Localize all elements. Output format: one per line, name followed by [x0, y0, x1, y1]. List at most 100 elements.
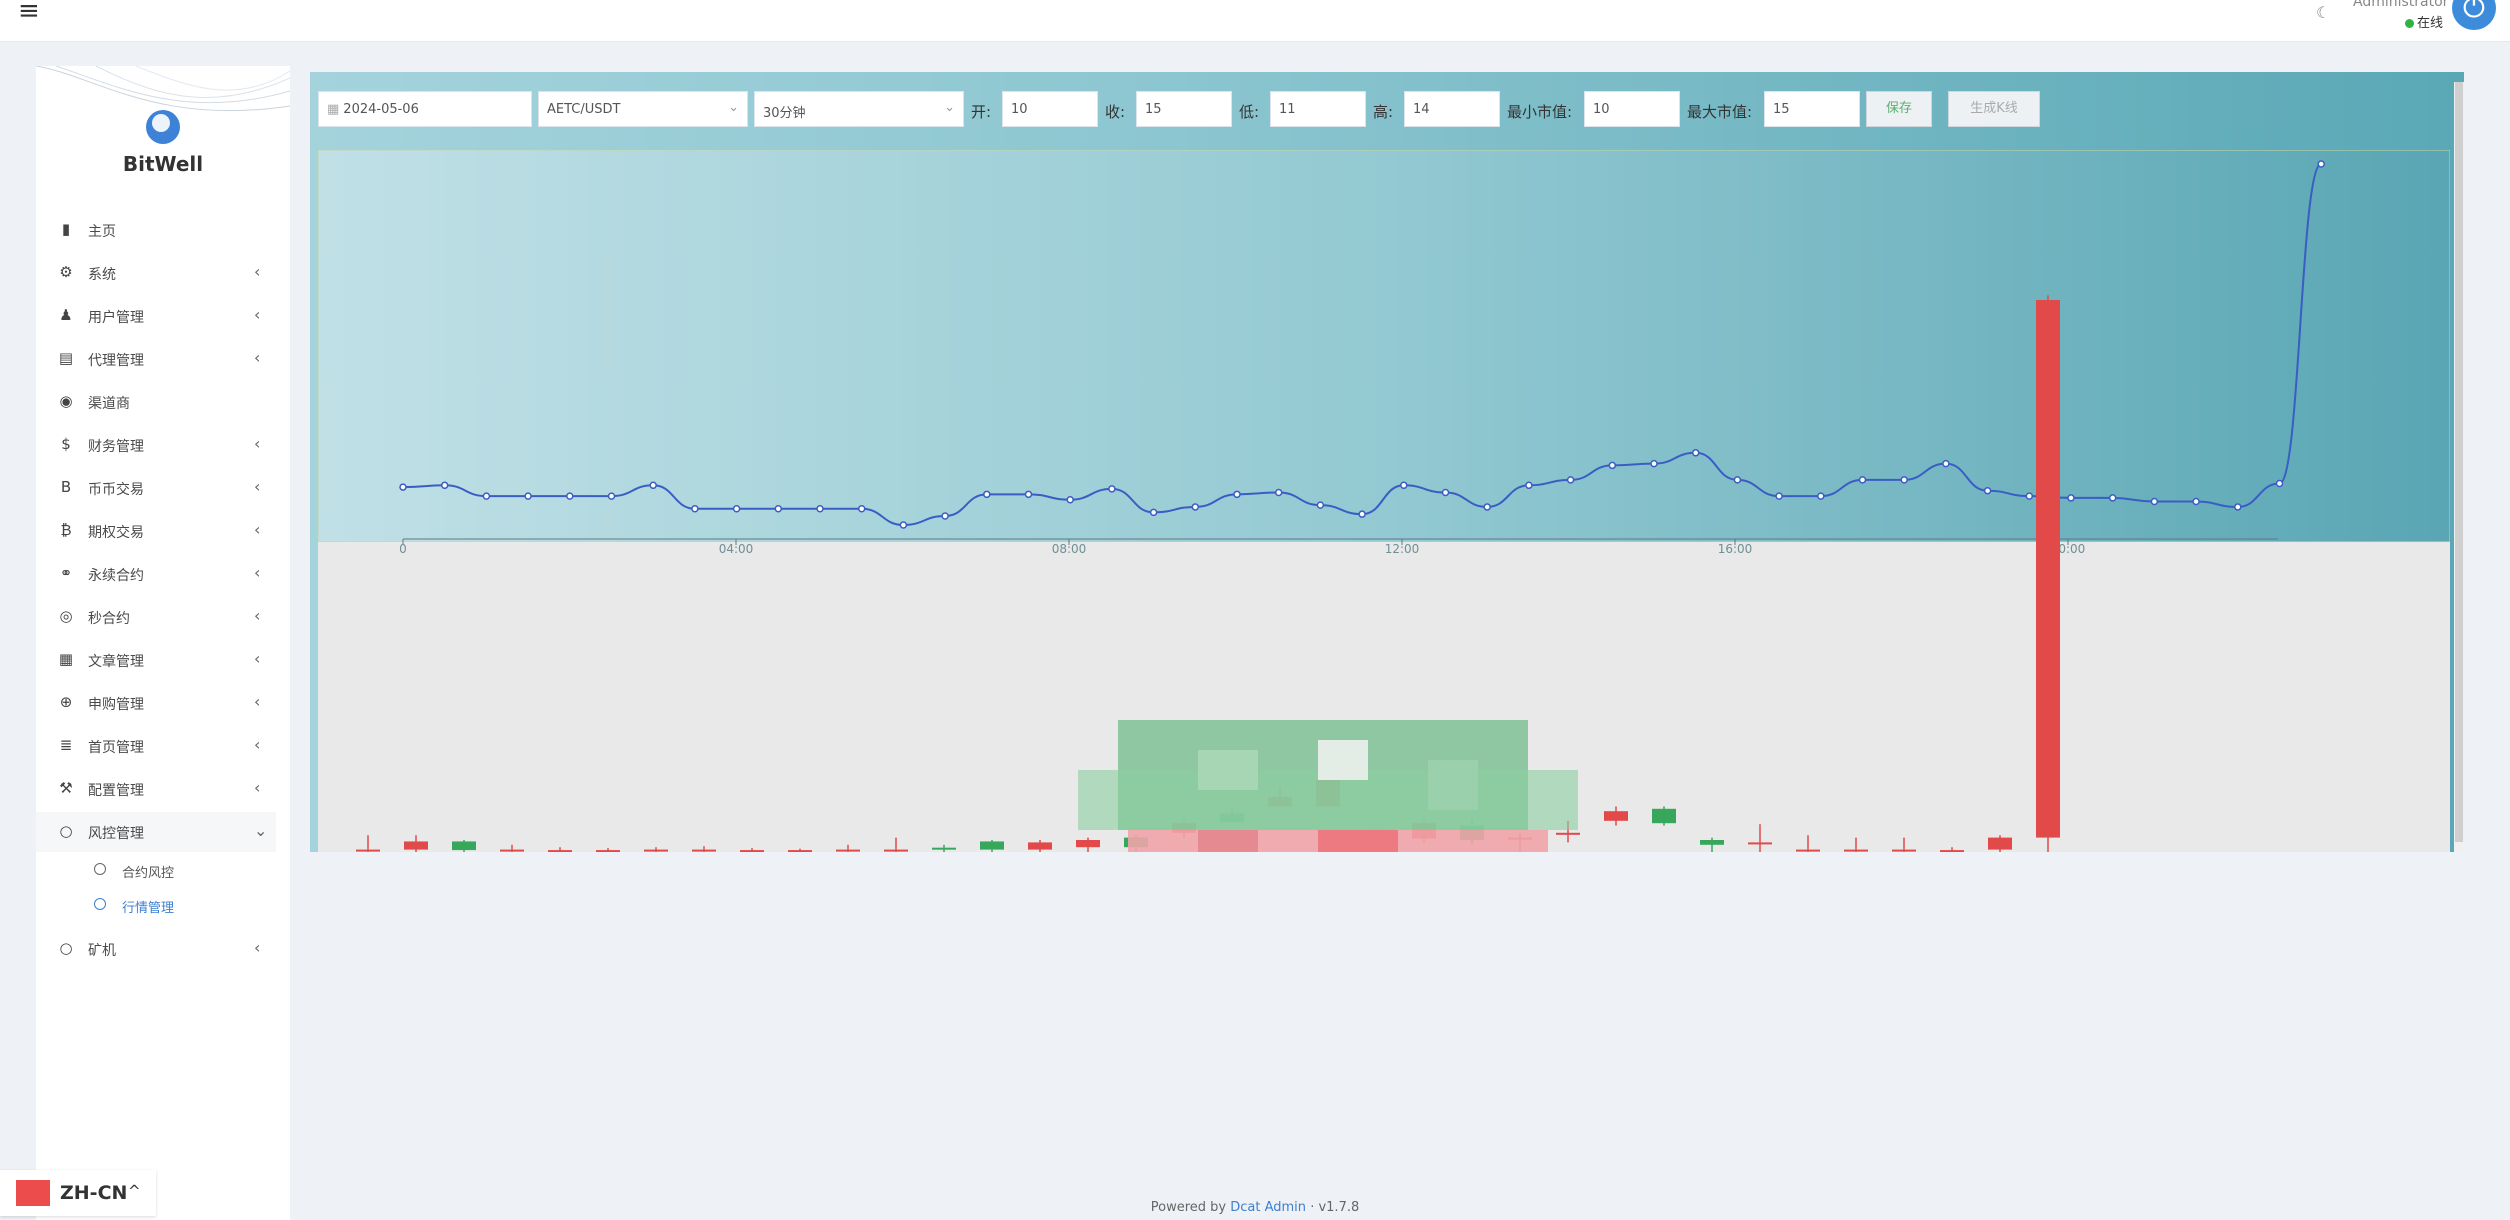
candle	[2036, 295, 2060, 852]
language-code: ZH-CN	[60, 1182, 128, 1204]
max-value-label: 最大市值:	[1687, 103, 1753, 121]
power-icon[interactable]: ⏻	[2452, 0, 2496, 30]
footer-prefix: Powered by	[1150, 1200, 1227, 1215]
min-value-label: 最小市值:	[1507, 103, 1573, 121]
list-icon: ≣	[59, 736, 73, 754]
high-input[interactable]: 14	[1404, 91, 1500, 127]
sidebar-item-14[interactable]: ○ 风控管理 ⌄	[36, 812, 276, 852]
sidebar-item-label: 配置管理	[88, 783, 144, 799]
line-point	[1900, 476, 1908, 484]
line-point	[1650, 459, 1658, 468]
line-point	[1108, 485, 1116, 493]
line-point	[1775, 492, 1783, 500]
chevron-left-icon: ‹	[254, 563, 261, 582]
sidebar-item-4[interactable]: ◉ 渠道商	[36, 382, 276, 422]
sidebar-item-7[interactable]: ₿ 期权交易 ‹	[36, 511, 276, 551]
sidebar-item-9[interactable]: ◎ 秒合约 ‹	[36, 597, 276, 637]
sidebar-item-5[interactable]: $ 财务管理 ‹	[36, 425, 276, 465]
sidebar-item-1[interactable]: ⚙ 系统 ‹	[36, 253, 276, 293]
close-label: 收:	[1105, 103, 1126, 121]
bitcoin-icon: ₿	[60, 521, 72, 539]
candle	[1652, 806, 1676, 826]
x-tick-label: 0	[399, 542, 407, 556]
candle-body	[1844, 849, 1868, 852]
date-picker[interactable]: ▦ 2024-05-06	[318, 91, 532, 127]
line-point	[399, 483, 407, 491]
sidebar-item-3[interactable]: ▤ 代理管理 ‹	[36, 339, 276, 379]
user-circle-icon: ◉	[59, 392, 73, 410]
candle-body	[692, 849, 716, 852]
chevron-down-icon: ⌄	[728, 100, 739, 115]
target-icon: ◎	[59, 607, 73, 625]
bar-chart-icon: ▮	[61, 220, 71, 238]
chevron-down-icon: ⌄	[254, 821, 268, 840]
footer-version: v1.7.8	[1318, 1200, 1360, 1215]
candle-body	[644, 849, 668, 852]
line-point	[857, 505, 866, 513]
chevron-left-icon: ‹	[254, 434, 261, 453]
low-input[interactable]: 11	[1270, 91, 1366, 127]
sidebar-item-13[interactable]: ⚒ 配置管理 ‹	[36, 769, 276, 809]
user-status-text: 在线	[2417, 16, 2444, 31]
sidebar-item-0[interactable]: ▮ 主页	[36, 210, 276, 250]
sidebar-item-label: 申购管理	[88, 697, 144, 713]
sidebar-item-label: 秒合约	[88, 611, 130, 627]
scrollbar-thumb[interactable]	[2455, 82, 2463, 842]
user-name[interactable]: Administrator	[2353, 0, 2448, 10]
footer-link[interactable]: Dcat Admin	[1230, 1200, 1306, 1215]
candle-body	[1940, 850, 1964, 853]
chevron-left-icon: ‹	[254, 348, 261, 367]
x-tick-label: 08:00	[1052, 542, 1087, 556]
gear-icon: ⚙	[59, 263, 73, 281]
moon-icon[interactable]: ☾	[2316, 3, 2330, 22]
close-input[interactable]: 15	[1136, 91, 1232, 127]
date-value: 2024-05-06	[343, 102, 419, 117]
open-label: 开:	[971, 103, 992, 121]
line-point	[2192, 497, 2200, 506]
sidebar-item-6[interactable]: B 币币交易 ‹	[36, 468, 276, 508]
circle-icon: ○	[59, 822, 73, 840]
line-point	[607, 492, 616, 500]
sidebar-item-label: 矿机	[88, 943, 116, 959]
top-navbar: ≡ ☾ Administrator 在线 ⏻	[0, 0, 2510, 42]
sidebar-item-label: 用户管理	[88, 310, 144, 326]
language-switcher[interactable]: ZH-CN ^	[0, 1170, 156, 1216]
chevron-left-icon: ‹	[254, 305, 261, 324]
line-point	[1566, 476, 1575, 484]
chart-area: 0 04:00 08:00 12:00 16:00 20:00	[317, 149, 2451, 853]
sidebar-item-15[interactable]: ○ 矿机 ‹	[36, 929, 276, 969]
hamburger-icon[interactable]: ≡	[18, 0, 40, 24]
sidebar-item-8[interactable]: ⚭ 永续合约 ‹	[36, 554, 276, 594]
line-point	[1024, 490, 1033, 499]
sidebar-item-2[interactable]: ♟ 用户管理 ‹	[36, 296, 276, 336]
sidebar-subitem-1[interactable]: 行情管理	[36, 888, 276, 922]
line-point	[1733, 476, 1742, 484]
min-value-input[interactable]: 10	[1584, 91, 1680, 127]
sidebar-subitem-label: 行情管理	[122, 901, 175, 916]
max-value-input[interactable]: 15	[1764, 91, 1860, 127]
line-point	[440, 481, 449, 490]
chart-scrollbar[interactable]	[2454, 82, 2464, 852]
generate-kline-button[interactable]: 生成K线	[1948, 91, 2040, 127]
pair-select[interactable]: AETC/USDT ⌄	[538, 91, 748, 127]
open-input[interactable]: 10	[1002, 91, 1098, 127]
sidebar-subitem-0[interactable]: 合约风控	[36, 853, 276, 887]
sidebar-item-12[interactable]: ≣ 首页管理 ‹	[36, 726, 276, 766]
line-point	[941, 512, 949, 520]
sidebar-item-10[interactable]: ▦ 文章管理 ‹	[36, 640, 276, 680]
calendar-icon: ▦	[327, 102, 340, 117]
candle-body	[1076, 840, 1100, 848]
line-point	[732, 505, 741, 513]
candle-body	[1556, 832, 1580, 835]
pair-value: AETC/USDT	[547, 102, 621, 117]
save-button[interactable]: 保存	[1866, 91, 1932, 127]
interval-select[interactable]: 30分钟 ⌄	[754, 91, 964, 127]
sidebar-item-11[interactable]: ⊕ 申购管理 ‹	[36, 683, 276, 723]
line-point	[1274, 488, 1283, 497]
link-icon: ⚭	[59, 564, 73, 582]
user-status: 在线	[2405, 12, 2443, 31]
newspaper-icon: ▦	[58, 650, 74, 668]
life-ring-icon: ⊕	[59, 693, 73, 711]
circle-icon	[94, 898, 106, 910]
candle-body	[1796, 849, 1820, 852]
